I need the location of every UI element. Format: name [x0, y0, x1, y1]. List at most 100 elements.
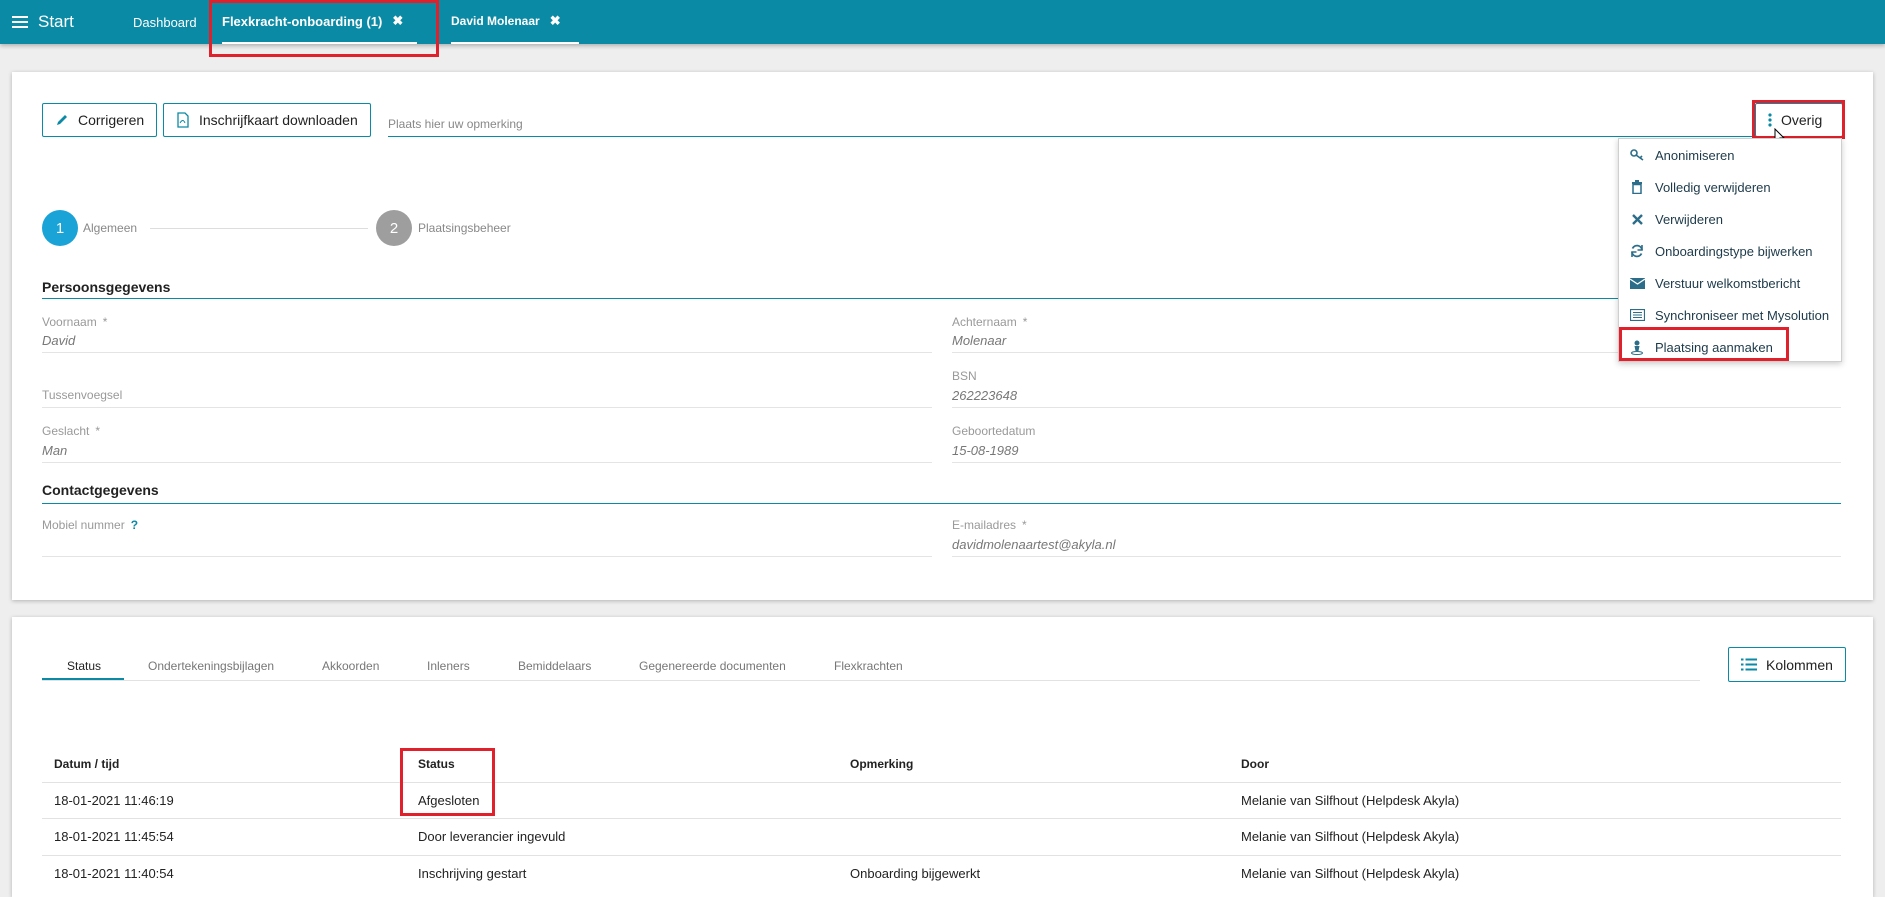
field-underline [42, 556, 932, 557]
first-name-value: David [42, 333, 76, 348]
menu-item-label: Anonimiseren [1655, 147, 1735, 163]
menu-item-verwijderen[interactable]: Verwijderen [1619, 203, 1843, 235]
field-underline [952, 407, 1841, 408]
last-name-label: Achternaam * [952, 315, 1028, 329]
close-tab-icon[interactable]: ✖ [392, 13, 403, 29]
menu-item-volledig-verwijderen[interactable]: Volledig verwijderen [1619, 171, 1843, 203]
table-cell-datetime: 18-01-2021 11:45:54 [54, 829, 174, 844]
trash-icon [1629, 180, 1645, 194]
tab-dashboard[interactable]: Dashboard [133, 0, 197, 44]
last-name-value: Molenaar [952, 333, 1007, 348]
menu-item-label: Verstuur welkomstbericht [1655, 275, 1801, 291]
envelope-icon [1629, 277, 1645, 289]
button-label: Corrigeren [78, 112, 145, 128]
tab-david-molenaar[interactable]: David Molenaar ✖ [451, 0, 579, 44]
step-2-circle[interactable]: 2 [376, 210, 412, 246]
first-name-label: Voornaam * [42, 315, 108, 329]
table-row-divider [42, 818, 1841, 819]
close-tab-icon[interactable]: ✖ [550, 13, 561, 29]
help-icon: ? [130, 518, 139, 532]
field-underline [952, 462, 1841, 463]
tab-ondertekeningsbijlagen[interactable]: Ondertekeningsbijlagen [148, 659, 274, 673]
table-cell-by: Melanie van Silfhout (Helpdesk Akyla) [1241, 866, 1460, 881]
menu-item-label: Verwijderen [1655, 211, 1723, 227]
table-row-divider [42, 855, 1841, 856]
button-label: Kolommen [1766, 656, 1833, 673]
other-actions-dropdown: Anonimiseren Volledig verwijderen Verwij… [1618, 138, 1842, 362]
gender-label: Geslacht * [42, 424, 101, 438]
refresh-icon [1629, 244, 1645, 258]
menu-item-onboardingstype-bijwerken[interactable]: Onboardingstype bijwerken [1619, 235, 1843, 267]
column-header-status[interactable]: Status [418, 757, 455, 771]
stepper-connector [150, 228, 368, 229]
field-underline [42, 462, 932, 463]
infix-label: Tussenvoegsel [42, 388, 123, 402]
table-cell-by: Melanie van Silfhout (Helpdesk Akyla) [1241, 829, 1460, 844]
key-icon [1629, 149, 1645, 161]
gender-value: Man [42, 443, 68, 458]
tab-label: Flexkracht-onboarding (1) [222, 13, 383, 29]
table-cell-status: Afgesloten [418, 793, 480, 808]
section-title-persoonsgegevens: Persoonsgegevens [42, 279, 171, 295]
tab-akkoorden[interactable]: Akkoorden [322, 659, 379, 673]
birthdate-label: Geboortedatum [952, 424, 1036, 438]
download-registration-card-button[interactable]: Inschrijfkaart downloaden [163, 103, 371, 137]
bsn-value: 262223648 [952, 388, 1018, 403]
list-icon [1741, 658, 1757, 671]
onboarding-detail-card [12, 72, 1873, 600]
column-header-remark[interactable]: Opmerking [850, 757, 913, 771]
mobile-number-label: Mobiel nummer? [42, 518, 139, 532]
table-header-divider [42, 782, 1841, 783]
menu-item-anonimiseren[interactable]: Anonimiseren [1619, 139, 1843, 171]
step-2-label[interactable]: Plaatsingsbeheer [418, 221, 511, 235]
step-1-circle[interactable]: 1 [42, 210, 78, 246]
tabs-baseline [42, 680, 1700, 681]
menu-item-synchroniseer-mysolution[interactable]: Synchroniseer met Mysolution [1619, 299, 1843, 331]
bsn-label: BSN [952, 369, 977, 383]
section-divider [42, 503, 1841, 504]
hamburger-icon [12, 13, 28, 31]
step-1-label[interactable]: Algemeen [83, 221, 137, 235]
table-cell-status: Door leverancier ingevuld [418, 829, 566, 844]
section-title-contactgegevens: Contactgegevens [42, 482, 159, 498]
menu-item-plaatsing-aanmaken[interactable]: Plaatsing aanmaken [1619, 331, 1843, 363]
tab-status[interactable]: Status [67, 659, 101, 673]
table-cell-status: Inschrijving gestart [418, 866, 527, 881]
email-label: E-mailadres * [952, 518, 1027, 532]
field-underline [952, 556, 1841, 557]
menu-item-label: Onboardingstype bijwerken [1655, 243, 1813, 259]
menu-item-label: Plaatsing aanmaken [1655, 339, 1773, 355]
pdf-file-icon [177, 112, 189, 128]
close-icon [1629, 213, 1645, 225]
tab-inleners[interactable]: Inleners [427, 659, 470, 673]
tab-flexkrachten[interactable]: Flexkrachten [834, 659, 903, 673]
table-cell-by: Melanie van Silfhout (Helpdesk Akyla) [1241, 793, 1460, 808]
person-pin-icon [1629, 340, 1645, 355]
correct-button[interactable]: Corrigeren [42, 103, 158, 137]
top-navigation-bar: Start Dashboard Flexkracht-onboarding (1… [0, 0, 1885, 44]
tab-gegenereerde-documenten[interactable]: Gegenereerde documenten [639, 659, 786, 673]
tab-label: Dashboard [133, 14, 197, 30]
section-divider [42, 298, 1841, 299]
column-header-by[interactable]: Door [1241, 757, 1269, 771]
menu-item-verstuur-welkomstbericht[interactable]: Verstuur welkomstbericht [1619, 267, 1843, 299]
menu-item-label: Synchroniseer met Mysolution [1655, 307, 1830, 323]
column-header-datetime[interactable]: Datum / tijd [54, 757, 119, 771]
remark-input[interactable] [388, 100, 1838, 137]
button-label: Overig [1781, 112, 1823, 128]
field-underline [42, 407, 932, 408]
vertical-dots-icon [1768, 113, 1772, 127]
tab-flexkracht-onboarding[interactable]: Flexkracht-onboarding (1) ✖ [222, 0, 418, 44]
start-menu-button[interactable]: Start [12, 12, 74, 32]
other-menu-button[interactable]: Overig [1755, 103, 1843, 137]
start-label: Start [38, 12, 74, 31]
table-cell-remark: Onboarding bijgewerkt [850, 866, 981, 881]
list-icon [1629, 309, 1645, 321]
tab-bemiddelaars[interactable]: Bemiddelaars [518, 659, 591, 673]
birthdate-value: 15-08-1989 [952, 443, 1019, 458]
field-underline [42, 352, 932, 353]
table-cell-datetime: 18-01-2021 11:40:54 [54, 866, 174, 881]
menu-item-label: Volledig verwijderen [1655, 179, 1771, 195]
button-label: Inschrijfkaart downloaden [199, 112, 358, 128]
columns-button[interactable]: Kolommen [1728, 647, 1846, 682]
